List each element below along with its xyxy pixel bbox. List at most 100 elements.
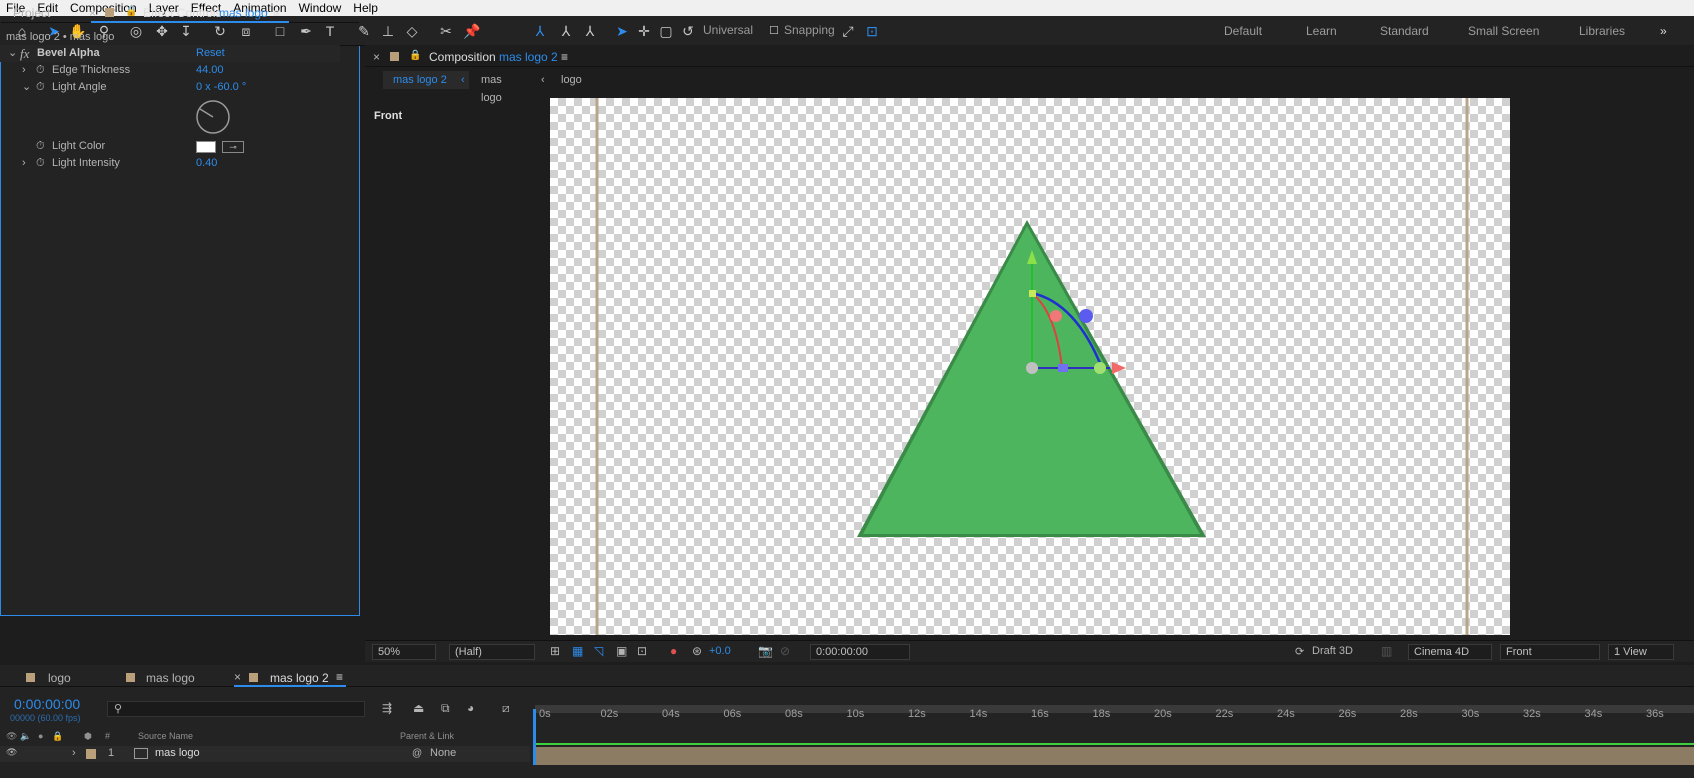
puppet-pin-icon[interactable]: 📌 <box>462 22 482 40</box>
stopwatch-icon[interactable]: ⏱ <box>36 62 45 79</box>
rotation-handle-green[interactable] <box>1094 362 1106 374</box>
transparency-grid-icon[interactable]: ▦ <box>572 644 583 658</box>
time-ruler-area[interactable] <box>533 705 1694 767</box>
exposure-value[interactable]: +0.0 <box>709 645 731 657</box>
angle-dial[interactable] <box>195 99 231 135</box>
timeline-tab-mas-logo[interactable]: mas logo <box>146 671 195 685</box>
universal-label[interactable]: Universal <box>703 23 753 37</box>
view-axis-icon[interactable]: ⅄ <box>580 22 600 40</box>
draft-3d-toggle[interactable]: Draft 3D <box>1312 645 1353 657</box>
crumb-mas-logo-2[interactable]: mas logo 2 <box>383 71 469 89</box>
panel-menu-icon[interactable]: ≡ <box>561 50 568 64</box>
anchor-square[interactable] <box>1029 290 1036 297</box>
layer-search-input[interactable]: ⚲ <box>107 701 365 717</box>
edge-thickness-value[interactable]: 44.00 <box>196 62 224 79</box>
composition-viewer[interactable] <box>550 98 1510 635</box>
snapshot-camera-icon[interactable]: 📷 <box>758 644 773 658</box>
panel-menu-icon[interactable]: ≡ <box>336 670 343 684</box>
expand-arrow-icon[interactable]: › <box>22 155 26 172</box>
rotation-handle-blue[interactable] <box>1079 309 1093 323</box>
work-area-bar[interactable] <box>535 705 1694 713</box>
expand-arrow-icon[interactable]: › <box>22 62 26 79</box>
parent-dropdown[interactable]: None <box>430 747 456 759</box>
light-angle-value[interactable]: 0 x -60.0 ° <box>196 79 246 96</box>
rotation-handle-red[interactable] <box>1050 310 1062 322</box>
zoom-dropdown[interactable]: 50% <box>372 644 436 660</box>
channel-icon[interactable]: ● <box>670 644 677 658</box>
origin-handle[interactable] <box>1026 362 1038 374</box>
tab-effect-controls[interactable]: Effect Controls <box>143 6 221 20</box>
stopwatch-icon[interactable]: ⏱ <box>36 138 45 155</box>
panel-menu-icon[interactable]: ≡ <box>273 6 280 20</box>
expand-arrow-icon[interactable]: › <box>72 747 76 759</box>
light-intensity-value[interactable]: 0.40 <box>196 155 217 172</box>
workspace-learn[interactable]: Learn <box>1306 24 1337 38</box>
move-tool-icon[interactable]: ➤ <box>612 22 632 40</box>
scale-tool-icon[interactable]: ▢ <box>656 22 676 40</box>
tab-project[interactable]: Project <box>13 6 50 20</box>
show-snapshot-icon[interactable]: ⊘ <box>780 644 790 658</box>
collapse-arrow-icon[interactable]: ⌄ <box>22 79 31 96</box>
crumb-mas-logo[interactable]: mas logo <box>481 71 502 107</box>
rotation-tool-icon[interactable]: ↺ <box>678 22 698 40</box>
motion-blur-icon[interactable]: ◕ <box>467 701 474 715</box>
world-axis-icon[interactable]: ⅄ <box>556 22 576 40</box>
lock-icon[interactable]: 🔒 <box>125 6 137 17</box>
comp-tab-name[interactable]: mas logo 2 <box>499 50 558 64</box>
current-time-field[interactable]: 0:00:00:00 <box>810 644 910 660</box>
close-tab-icon[interactable]: × <box>234 670 241 684</box>
stopwatch-icon[interactable]: ⏱ <box>36 79 45 96</box>
view-layout-dropdown[interactable]: 1 View <box>1608 644 1674 660</box>
brush-tool-icon[interactable]: ✎ <box>354 22 374 40</box>
collapse-arrow-icon[interactable]: ⌄ <box>8 45 17 62</box>
view-dropdown[interactable]: Front <box>1500 644 1600 660</box>
composition-mini-flowchart-icon[interactable]: ⇶ <box>382 701 392 715</box>
axis-center-square[interactable] <box>1058 364 1068 372</box>
layer-duration-bar[interactable] <box>535 747 1694 765</box>
extended-viewer-icon[interactable]: ▥ <box>1381 644 1392 658</box>
snap-option-icon[interactable]: ⤢ <box>838 22 858 40</box>
timeline-tab-mas-logo-2[interactable]: mas logo 2 <box>270 671 329 685</box>
region-of-interest-icon[interactable]: ▣ <box>616 644 627 658</box>
fx-icon[interactable]: fx <box>20 45 29 62</box>
graph-editor-icon[interactable]: ⧄ <box>502 701 510 716</box>
timeline-tab-logo[interactable]: logo <box>48 671 71 685</box>
close-tab-icon[interactable]: × <box>373 50 380 64</box>
resolution-dropdown[interactable]: (Half) <box>449 644 535 660</box>
draft-3d-icon[interactable]: ⟳ <box>1295 645 1304 658</box>
comp-tab-label[interactable]: Composition <box>429 50 496 64</box>
workspace-small-screen[interactable]: Small Screen <box>1468 24 1539 38</box>
visibility-eye-icon[interactable]: 👁 <box>6 747 17 758</box>
stopwatch-icon[interactable]: ⏱ <box>36 155 45 172</box>
pick-whip-icon[interactable]: @ <box>412 748 422 759</box>
eraser-tool-icon[interactable]: ◇ <box>402 22 422 40</box>
layer-row[interactable]: 👁 › 1 mas logo @ None <box>0 746 530 762</box>
x-axis-arrow-icon[interactable] <box>1112 362 1126 374</box>
snapping-label[interactable]: Snapping <box>784 23 835 37</box>
label-color-swatch[interactable] <box>86 749 96 759</box>
workspace-standard[interactable]: Standard <box>1380 24 1429 38</box>
layer-name[interactable]: mas logo <box>155 747 200 759</box>
color-swatch[interactable] <box>196 141 216 153</box>
frame-blending-icon[interactable]: ⧉ <box>441 701 450 716</box>
crumb-logo[interactable]: logo <box>561 71 582 89</box>
workspace-libraries[interactable]: Libraries <box>1579 24 1625 38</box>
roto-brush-icon[interactable]: ✂ <box>436 22 456 40</box>
clone-stamp-icon[interactable]: ⊥ <box>378 22 398 40</box>
fast-preview-icon[interactable]: ⊞ <box>550 644 560 658</box>
reset-link[interactable]: Reset <box>196 45 225 62</box>
workspace-default[interactable]: Default <box>1224 24 1262 38</box>
local-axis-icon[interactable]: ⅄ <box>530 22 550 40</box>
timeline-timecode[interactable]: 0:00:00:00 <box>14 696 80 712</box>
current-time-indicator[interactable] <box>533 709 536 765</box>
more-workspaces-icon[interactable]: » <box>1660 24 1667 38</box>
mask-path-icon[interactable]: ◹ <box>594 644 603 658</box>
eyedropper-icon[interactable]: ⊸ <box>222 141 244 153</box>
reset-exposure-icon[interactable]: ⊛ <box>692 644 702 658</box>
position-tool-icon[interactable]: ✛ <box>634 22 654 40</box>
draft-3d-icon[interactable]: ⏏ <box>413 701 424 715</box>
source-name-header[interactable]: Source Name <box>138 731 193 741</box>
snap-target-icon[interactable]: ⊡ <box>862 22 882 40</box>
renderer-dropdown[interactable]: Cinema 4D <box>1408 644 1492 660</box>
tab-effect-layer[interactable]: mas logo <box>219 6 268 20</box>
